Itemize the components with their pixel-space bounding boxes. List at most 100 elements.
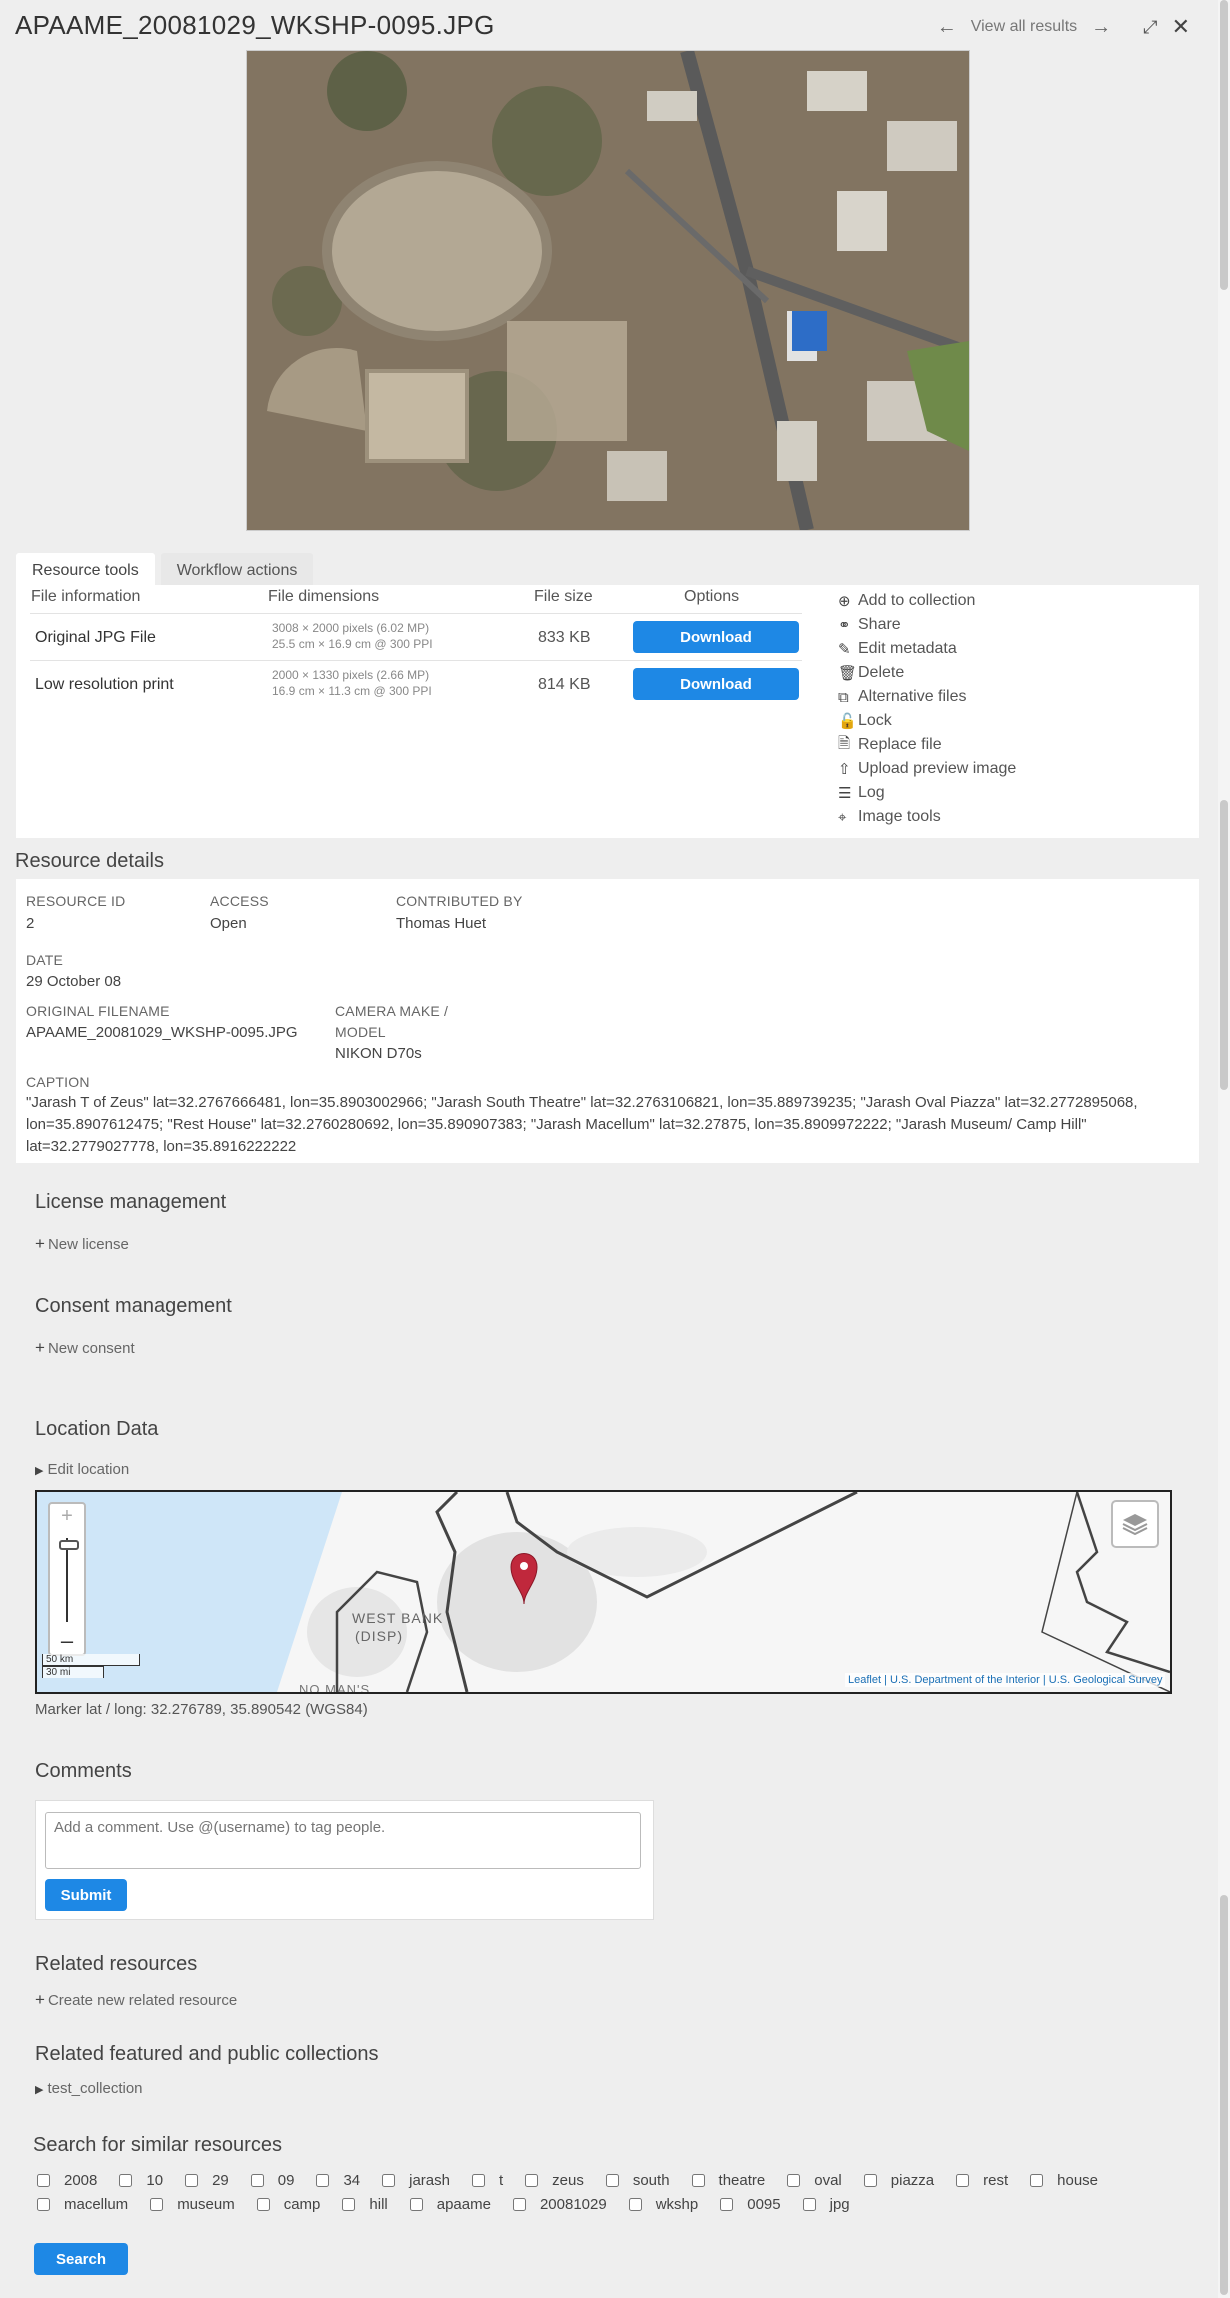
scrollbar-thumb-tertiary[interactable] <box>1220 1895 1228 2295</box>
replace-file-action[interactable]: 🗎 Replace file <box>838 733 1016 757</box>
keyword-checkbox-input[interactable] <box>1030 2174 1044 2187</box>
close-icon[interactable]: ✕ <box>1172 14 1190 40</box>
map-zoom-control: + – <box>48 1502 86 1656</box>
original-filename-label: ORIGINAL FILENAME <box>26 1003 170 1019</box>
keyword-checkbox[interactable]: wkshp <box>628 2196 698 2213</box>
keyword-checkbox[interactable]: south <box>605 2172 670 2189</box>
submit-comment-button[interactable]: Submit <box>45 1879 127 1911</box>
keyword-label: 2008 <box>64 2172 98 2189</box>
map-attribution[interactable]: Leaflet | U.S. Department of the Interio… <box>845 1673 1166 1687</box>
log-action[interactable]: ☰ Log <box>838 781 1016 805</box>
keyword-label: oval <box>814 2172 842 2189</box>
keyword-checkbox[interactable]: 0095 <box>720 2196 781 2213</box>
alternative-files-action[interactable]: ⧉ Alternative files <box>838 685 1016 709</box>
keyword-checkbox[interactable]: house <box>1030 2172 1098 2189</box>
keyword-checkbox[interactable]: 20081029 <box>512 2196 607 2213</box>
keyword-checkbox[interactable]: camp <box>256 2196 320 2213</box>
resource-id-value: 2 <box>26 915 35 932</box>
keyword-checkbox-input[interactable] <box>628 2198 642 2211</box>
next-result-icon[interactable]: → <box>1091 16 1111 39</box>
lock-action[interactable]: 🔓 Lock <box>838 709 1016 733</box>
keyword-checkbox[interactable]: piazza <box>863 2172 934 2189</box>
keyword-checkbox-input[interactable] <box>787 2174 801 2187</box>
tab-workflow-actions[interactable]: Workflow actions <box>160 553 314 589</box>
image-tools-action[interactable]: ⌖ Image tools <box>838 805 1016 829</box>
keyword-checkbox-input[interactable] <box>37 2174 50 2187</box>
comment-input[interactable] <box>45 1812 641 1869</box>
keyword-checkbox-input[interactable] <box>956 2174 970 2187</box>
search-button[interactable]: Search <box>34 2243 128 2275</box>
keyword-label: 20081029 <box>539 2196 607 2213</box>
download-low-res-button[interactable]: Download <box>633 668 799 700</box>
upload-preview-action[interactable]: ⇧ Upload preview image <box>838 757 1016 781</box>
keyword-checkbox-input[interactable] <box>382 2174 396 2187</box>
action-label: Image tools <box>858 808 941 825</box>
file-size: 814 KB <box>538 676 591 693</box>
access-label: ACCESS <box>210 893 269 909</box>
scrollbar-thumb-secondary[interactable] <box>1220 800 1228 1090</box>
keyword-checkbox[interactable]: 09 <box>250 2172 294 2189</box>
previous-result-icon[interactable]: ← <box>937 16 957 39</box>
keyword-checkbox-input[interactable] <box>150 2198 164 2211</box>
keyword-checkbox[interactable]: 2008 <box>37 2172 97 2189</box>
keyword-checkbox-input[interactable] <box>802 2198 816 2211</box>
keyword-checkbox[interactable]: apaame <box>409 2196 491 2213</box>
keyword-checkbox-input[interactable] <box>342 2198 356 2211</box>
keyword-checkbox[interactable]: hill <box>342 2196 388 2213</box>
keyword-checkbox-input[interactable] <box>256 2198 270 2211</box>
keyword-checkbox-input[interactable] <box>316 2174 330 2187</box>
zoom-slider-handle[interactable] <box>59 1540 79 1550</box>
edit-location-link[interactable]: ▶ Edit location <box>35 1461 129 1478</box>
camera-label-line1: CAMERA MAKE / <box>335 1003 449 1019</box>
keyword-checkbox-input[interactable] <box>37 2198 50 2211</box>
keyword-checkbox-input[interactable] <box>471 2174 485 2187</box>
keyword-checkbox-input[interactable] <box>185 2174 199 2187</box>
zoom-in-button[interactable]: + <box>50 1504 84 1528</box>
keyword-checkbox[interactable]: jpg <box>802 2196 850 2213</box>
keyword-checkbox-input[interactable] <box>409 2198 423 2211</box>
action-label: Share <box>858 616 901 633</box>
keyword-checkbox-input[interactable] <box>691 2174 705 2187</box>
download-original-button[interactable]: Download <box>633 621 799 653</box>
keyword-checkbox[interactable]: t <box>471 2172 503 2189</box>
collection-link[interactable]: ▶ test_collection <box>35 2080 143 2097</box>
fullscreen-icon[interactable]: ⤢ <box>1143 17 1157 38</box>
keyword-checkbox-input[interactable] <box>525 2174 539 2187</box>
keyword-checkbox[interactable]: zeus <box>525 2172 584 2189</box>
scrollbar-thumb[interactable] <box>1220 0 1228 290</box>
keyword-checkbox[interactable]: jarash <box>382 2172 450 2189</box>
keyword-checkbox-input[interactable] <box>605 2174 619 2187</box>
tab-resource-tools[interactable]: Resource tools <box>16 553 155 589</box>
keyword-checkbox[interactable]: 29 <box>185 2172 229 2189</box>
new-consent-link[interactable]: + New consent <box>35 1338 135 1358</box>
keyword-checkbox-input[interactable] <box>720 2198 734 2211</box>
add-to-collection-action[interactable]: ⊕ Add to collection <box>838 589 1016 613</box>
view-all-results-link[interactable]: View all results <box>971 18 1077 36</box>
edit-metadata-action[interactable]: ✎ Edit metadata <box>838 637 1016 661</box>
keyword-checkbox[interactable]: macellum <box>37 2196 128 2213</box>
create-related-resource-link[interactable]: + Create new related resource <box>35 1990 237 2010</box>
keyword-checkbox[interactable]: theatre <box>691 2172 765 2189</box>
keyword-checkbox[interactable]: oval <box>787 2172 842 2189</box>
license-heading: License management <box>35 1191 227 1213</box>
share-action[interactable]: ⚭ Share <box>838 613 1016 637</box>
keyword-checkbox-input[interactable] <box>863 2174 877 2187</box>
marker-coordinates: Marker lat / long: 32.276789, 35.890542 … <box>35 1701 368 1718</box>
location-map[interactable]: WEST BANK (DISP) NO MAN'S <box>35 1490 1172 1694</box>
zoom-slider-track[interactable] <box>66 1538 68 1622</box>
delete-action[interactable]: 🗑 Delete <box>838 661 1016 685</box>
zoom-out-button[interactable]: – <box>50 1630 84 1652</box>
keyword-checkbox[interactable]: rest <box>956 2172 1008 2189</box>
pencil-icon: ✎ <box>838 641 851 658</box>
keyword-checkbox[interactable]: 34 <box>316 2172 360 2189</box>
keyword-checkbox-input[interactable] <box>119 2174 133 2187</box>
keyword-checkbox[interactable]: 10 <box>119 2172 163 2189</box>
file-dimensions: 2000 × 1330 pixels (2.66 MP) 16.9 cm × 1… <box>272 667 432 699</box>
keyword-checkbox[interactable]: museum <box>150 2196 235 2213</box>
keyword-checkbox-input[interactable] <box>250 2174 264 2187</box>
keyword-row-1: 2008 10 29 09 34 jarash t zeus south theatre oval p… <box>37 2172 1120 2189</box>
resource-preview-image[interactable] <box>246 50 970 531</box>
layers-button[interactable] <box>1111 1500 1159 1548</box>
new-license-link[interactable]: + New license <box>35 1234 129 1254</box>
keyword-checkbox-input[interactable] <box>512 2198 526 2211</box>
